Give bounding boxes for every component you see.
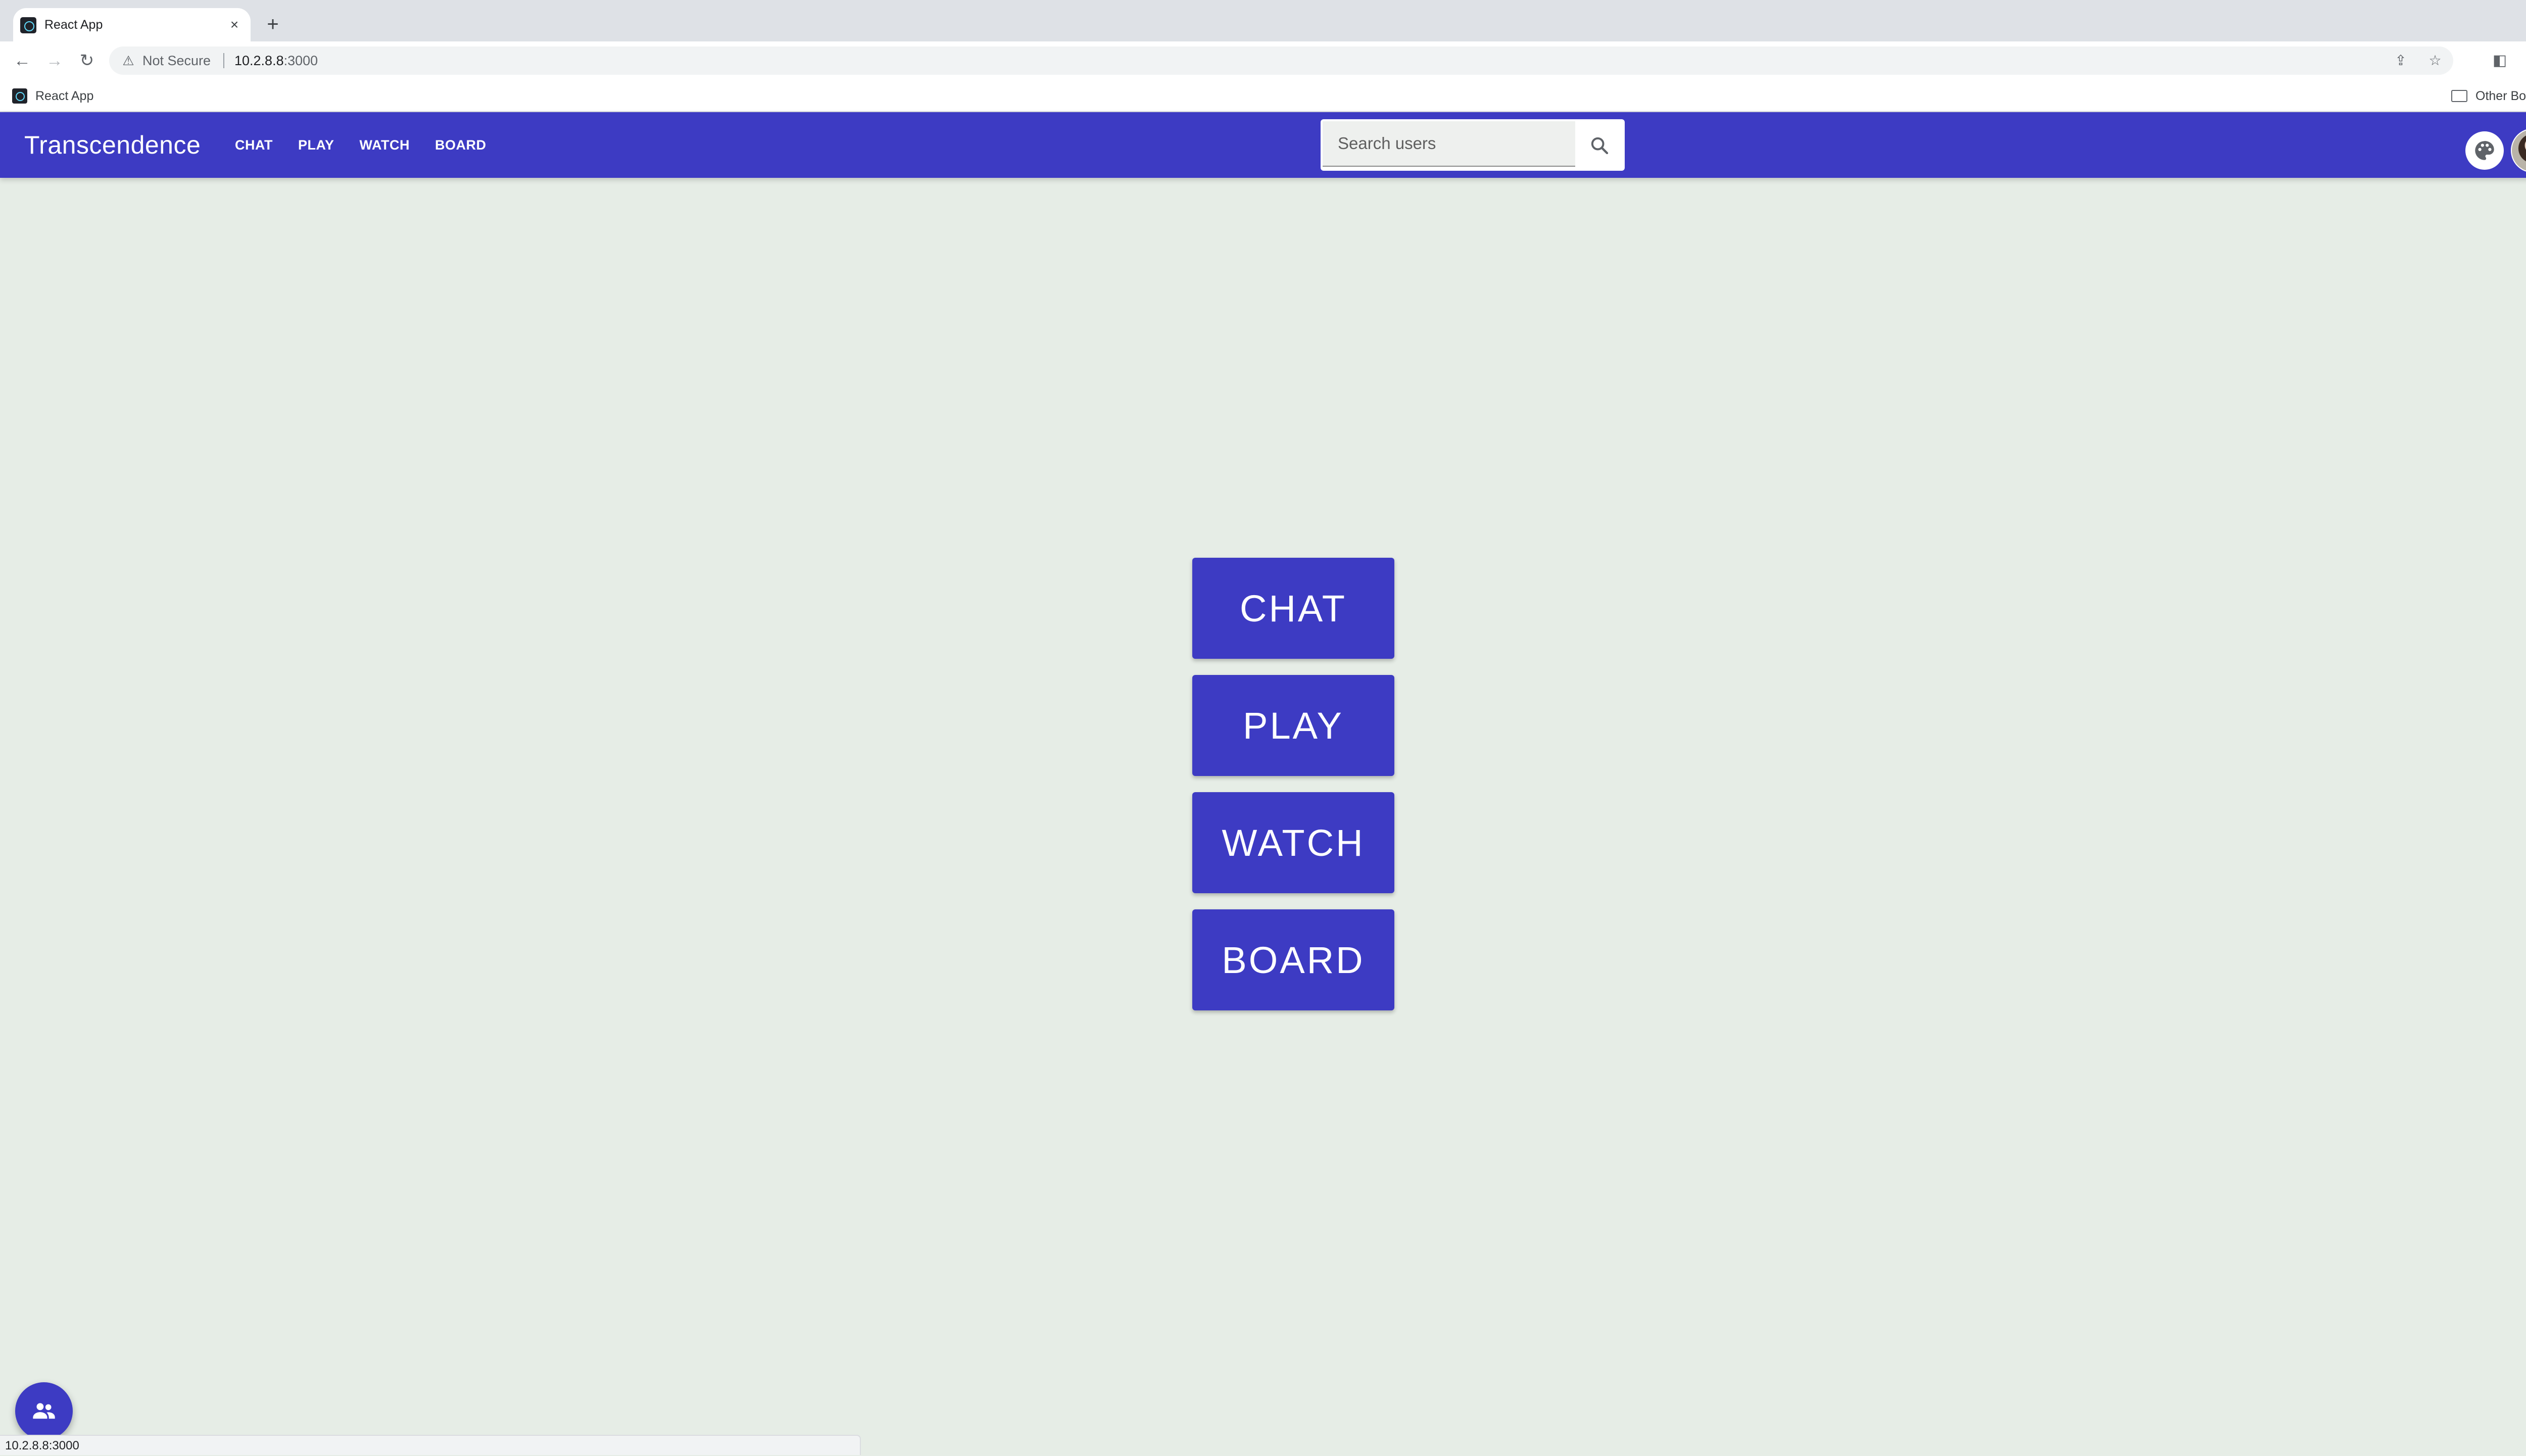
browser-status-bar: 10.2.8.8:3000 xyxy=(0,1435,861,1455)
main-nav: CHAT PLAY WATCH BOARD xyxy=(222,112,499,178)
app-brand[interactable]: Transcendence xyxy=(24,112,201,178)
share-icon[interactable]: ⇪ xyxy=(2391,51,2411,71)
side-panel-icon[interactable]: ◧ xyxy=(2488,48,2512,73)
friends-button[interactable] xyxy=(15,1382,73,1440)
status-url: 10.2.8.8:3000 xyxy=(5,1439,79,1452)
bookmark-react-app[interactable]: React App xyxy=(12,87,93,105)
tab-title: React App xyxy=(44,18,103,32)
browser-toolbar: ← → ↻ ⚠ Not Secure 10.2.8.8:3000 ⇪ ☆ ◧ ●… xyxy=(0,41,2526,80)
nav-play[interactable]: PLAY xyxy=(285,112,347,178)
bookmarks-bar: React App Other Bookmarks xyxy=(0,80,2526,112)
browser-tab[interactable]: React App × xyxy=(13,8,251,41)
warning-icon[interactable]: ⚠ xyxy=(119,52,137,70)
close-tab-icon[interactable]: × xyxy=(225,16,244,34)
new-tab-icon[interactable]: + xyxy=(263,14,283,34)
url-host: 10.2.8.8 xyxy=(234,53,284,68)
palette-icon xyxy=(2475,141,2494,160)
url-text[interactable]: 10.2.8.8:3000 xyxy=(234,46,318,75)
chat-button[interactable]: CHAT xyxy=(1192,558,1394,659)
board-button[interactable]: BOARD xyxy=(1192,909,1394,1010)
other-bookmarks[interactable]: Other Bookmarks xyxy=(2451,87,2526,105)
theme-toggle-button[interactable] xyxy=(2465,131,2504,170)
browser-tabstrip: React App × + ⌄ xyxy=(0,0,2526,41)
user-search xyxy=(1321,119,1625,171)
watch-button[interactable]: WATCH xyxy=(1192,792,1394,893)
other-bookmarks-label: Other Bookmarks xyxy=(2475,88,2526,103)
search-input[interactable] xyxy=(1323,121,1575,167)
people-icon xyxy=(33,1403,55,1419)
react-favicon-icon xyxy=(20,17,36,33)
nav-watch[interactable]: WATCH xyxy=(347,112,422,178)
url-divider xyxy=(223,53,224,68)
app-header: Transcendence CHAT PLAY WATCH BOARD xyxy=(0,112,2526,178)
url-port: :3000 xyxy=(283,53,318,68)
back-icon[interactable]: ← xyxy=(10,48,34,73)
nav-chat[interactable]: CHAT xyxy=(222,112,285,178)
folder-icon xyxy=(2451,90,2467,102)
react-favicon-icon xyxy=(12,88,27,104)
search-icon xyxy=(1591,137,1609,155)
bookmark-label: React App xyxy=(35,88,94,103)
forward-icon[interactable]: → xyxy=(42,48,67,73)
security-label[interactable]: Not Secure xyxy=(142,46,211,75)
profile-icon[interactable]: ● xyxy=(2524,48,2526,73)
user-avatar[interactable] xyxy=(2511,128,2526,173)
play-button[interactable]: PLAY xyxy=(1192,675,1394,776)
reload-icon[interactable]: ↻ xyxy=(75,48,99,73)
nav-board[interactable]: BOARD xyxy=(422,112,499,178)
address-bar[interactable]: ⚠ Not Secure 10.2.8.8:3000 ⇪ ☆ xyxy=(109,46,2453,75)
bookmark-star-icon[interactable]: ☆ xyxy=(2425,51,2445,71)
search-button[interactable] xyxy=(1578,124,1621,167)
